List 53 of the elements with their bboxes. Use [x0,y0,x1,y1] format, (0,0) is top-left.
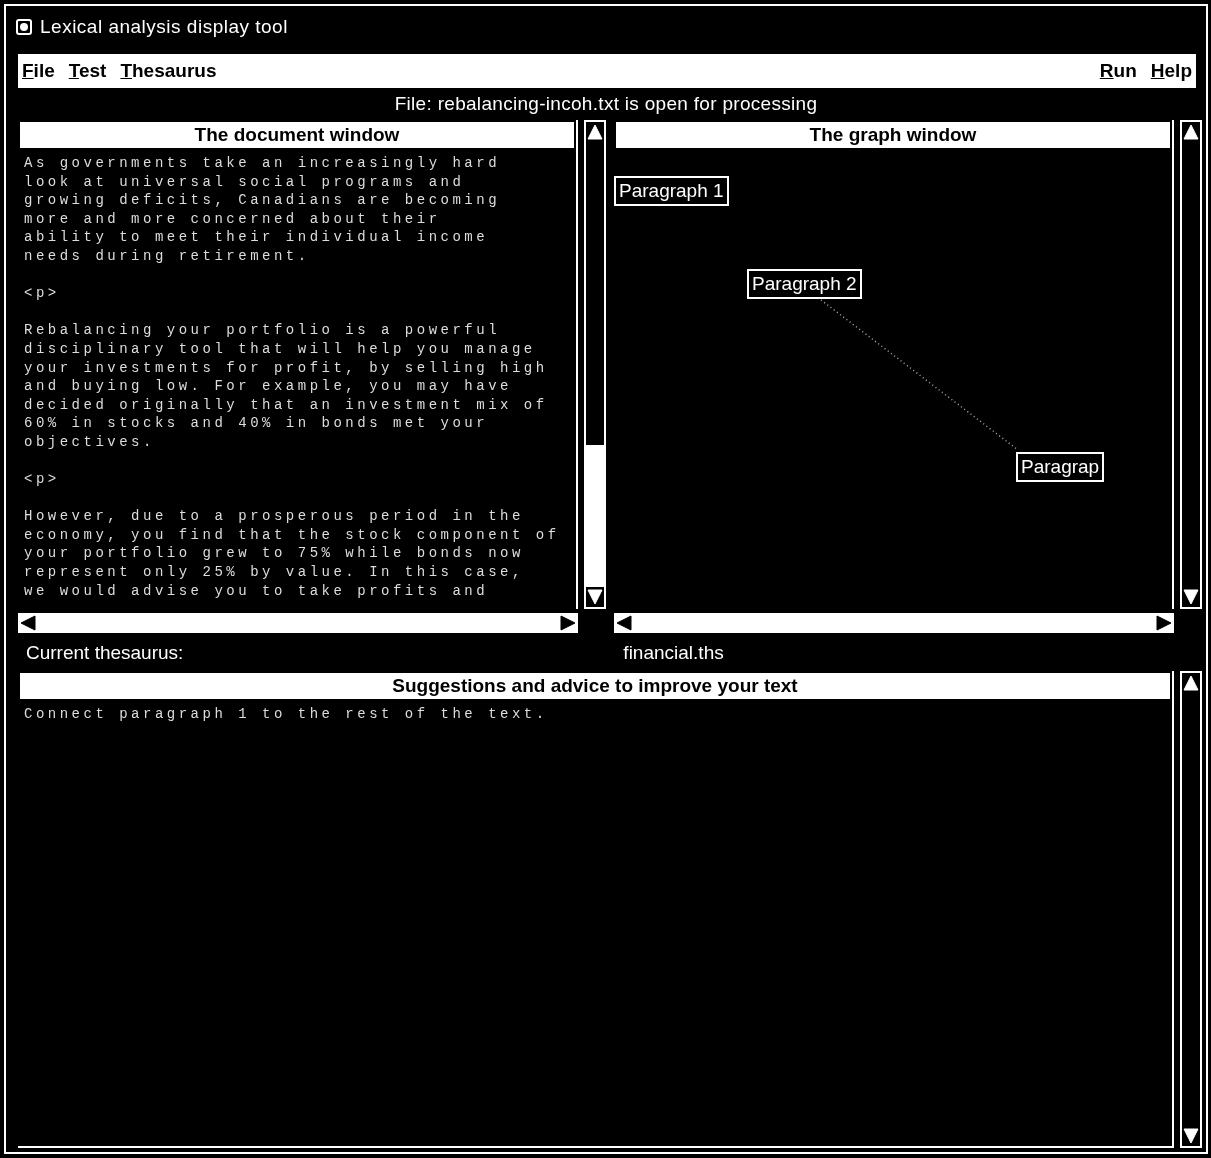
scrollbar-thumb[interactable] [586,444,604,587]
scroll-left-arrow-icon[interactable] [20,615,36,631]
document-text-line: Rebalancing your portfolio is a powerful [24,321,502,340]
window-title: Lexical analysis display tool [40,14,288,39]
window-menu-icon[interactable] [16,19,32,35]
document-text-line: look at universal social programs and [24,172,466,192]
document-text-line: As governments take an increasingly hard [24,154,502,173]
document-text-line: and buying low. For example, you may have [24,377,513,396]
scroll-right-arrow-icon[interactable] [560,615,576,631]
scroll-down-arrow-icon[interactable] [587,589,603,605]
menu-item[interactable]: Run [1099,56,1137,86]
scroll-down-arrow-icon[interactable] [1183,1128,1199,1144]
paragraph-node[interactable]: Paragrap [1016,452,1105,482]
thesaurus-label: Current thesaurus: [26,640,184,665]
horizontal-scrollbar[interactable] [614,613,1174,633]
vertical-scrollbar[interactable] [584,120,606,609]
document-text-line: <p> [24,470,61,489]
document-text-line: we would advise you to take profits and [24,581,490,601]
scroll-down-arrow-icon[interactable] [1183,589,1199,605]
menu-item[interactable]: Test [68,56,107,86]
scroll-up-arrow-icon[interactable] [587,124,603,140]
vertical-scrollbar[interactable] [1180,671,1202,1148]
document-text-line: decided originally that an investment mix of [24,395,549,415]
document-text-line: represent only 25% by value. In this case, [24,563,525,582]
paragraph-node[interactable]: Paragraph 2 [747,269,862,299]
pane-title: The document window [20,122,574,148]
scroll-left-arrow-icon[interactable] [616,615,632,631]
document-text-line: <p> [24,284,61,303]
scroll-up-arrow-icon[interactable] [1183,675,1199,691]
document-text-line: your investments for profit, by selling high [24,358,549,378]
vertical-scrollbar[interactable] [1180,120,1202,609]
suggestion-text: Connect paragraph 1 to the rest of the text. [24,705,549,724]
document-text-line: ability to meet their individual income [24,228,490,247]
document-text-line: your portfolio grew to 75% while bonds now [24,544,525,564]
scroll-right-arrow-icon[interactable] [1156,615,1172,631]
document-text-line: disciplinary tool that will help you manage [24,339,537,359]
document-text-line: objectives. [24,432,156,452]
document-text-line: economy, you find that the stock component of [24,525,561,545]
document-text-line: more and more concerned about their [24,209,442,229]
document-text-line: growing deficits, Canadians are becoming [24,191,502,210]
pane-title: The graph window [616,122,1170,148]
thesaurus-name: financial.ths [623,640,724,665]
status-message: File: rebalancing-incoh.txt is open for processing [393,91,819,116]
pane-title: Suggestions and advice to improve your text [20,673,1170,699]
paragraph-node[interactable]: Paragraph 1 [614,176,729,206]
horizontal-scrollbar[interactable] [18,613,578,633]
document-text-line: However, due to a prosperous period in the [24,507,525,526]
menu-item[interactable]: Help [1150,56,1192,86]
scroll-up-arrow-icon[interactable] [1183,124,1199,140]
document-text-line: 60% in stocks and 40% in bonds met your [24,414,490,433]
menu-item[interactable]: File [22,56,55,86]
document-text-line: needs during retirement. [24,246,311,266]
menu-item[interactable]: Thesaurus [120,56,217,86]
